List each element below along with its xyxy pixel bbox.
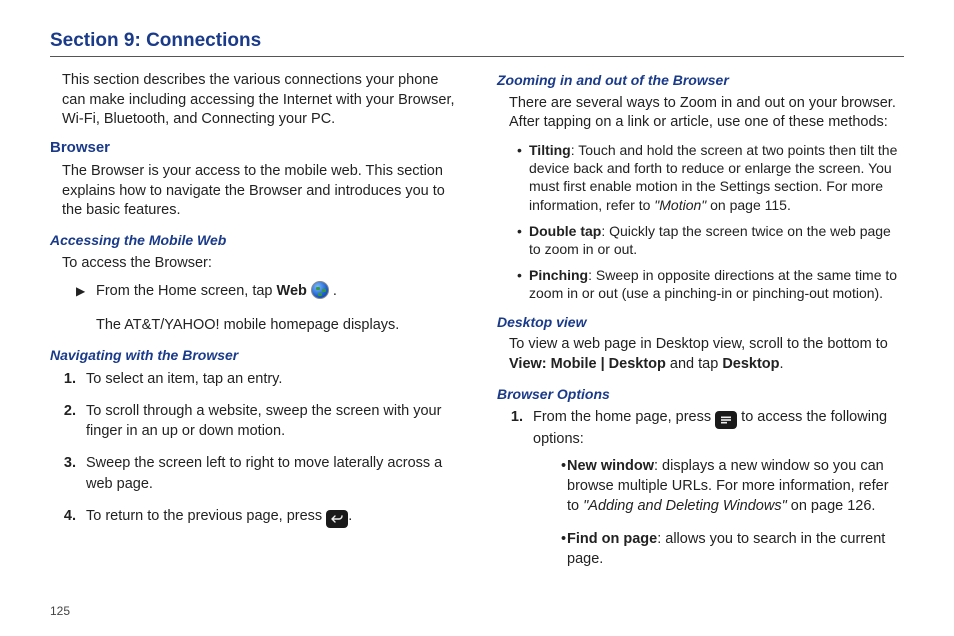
step-from-home: ▶ From the Home screen, tap Web . [76, 281, 457, 302]
newwindow-page: on page 126. [787, 498, 876, 514]
navigating-heading: Navigating with the Browser [50, 346, 457, 365]
from-home-pre: From the Home screen, tap [96, 283, 277, 299]
menu-button-icon [715, 411, 737, 429]
tilting-item: Tilting: Touch and hold the screen at tw… [517, 141, 904, 214]
tilting-page: on page 115. [706, 197, 791, 213]
desktop-bold2: Desktop [722, 356, 779, 372]
doubletap-item: Double tap: Quickly tap the screen twice… [517, 222, 904, 258]
desktop-text: To view a web page in Desktop view, scro… [509, 335, 904, 374]
nav-item-2: To scroll through a website, sweep the s… [80, 401, 457, 442]
zoom-intro: There are several ways to Zoom in and ou… [509, 94, 904, 133]
title-divider [50, 56, 904, 57]
back-button-icon [326, 510, 348, 528]
accessing-heading: Accessing the Mobile Web [50, 231, 457, 250]
desktop-heading: Desktop view [497, 313, 904, 332]
doubletap-label: Double tap [529, 223, 601, 239]
pinching-item: Pinching: Sweep in opposite directions a… [517, 266, 904, 302]
nav4-pre: To return to the previous page, press [86, 508, 326, 524]
findonpage-label: Find on page [567, 531, 657, 547]
zoom-methods-list: Tilting: Touch and hold the screen at tw… [517, 141, 904, 303]
homepage-line: The AT&T/YAHOO! mobile homepage displays… [96, 316, 457, 336]
section-title: Section 9: Connections [50, 30, 904, 52]
right-column: Zooming in and out of the Browser There … [497, 71, 904, 581]
web-globe-icon [311, 281, 329, 299]
desktop-post: . [780, 356, 784, 372]
left-column: This section describes the various conne… [50, 71, 457, 581]
nav-item-4: To return to the previous page, press . [80, 506, 457, 528]
browser-heading: Browser [50, 138, 457, 158]
opt1-pre: From the home page, press [533, 409, 715, 425]
intro-text: This section describes the various conne… [62, 71, 457, 130]
desktop-mid: and tap [666, 356, 722, 372]
pinching-label: Pinching [529, 267, 588, 283]
desktop-bold1: View: Mobile | Desktop [509, 356, 666, 372]
page-number: 125 [50, 604, 70, 618]
from-home-text: From the Home screen, tap Web . [96, 281, 457, 302]
options-list: From the home page, press to access the … [527, 407, 904, 569]
zoom-heading: Zooming in and out of the Browser [497, 71, 904, 90]
findonpage-item: Find on page: allows you to search in th… [561, 529, 904, 570]
option-1: From the home page, press to access the … [527, 407, 904, 569]
tilting-label: Tilting [529, 142, 571, 158]
desktop-pre: To view a web page in Desktop view, scro… [509, 336, 888, 352]
browser-intro: The Browser is your access to the mobile… [62, 162, 457, 221]
navigating-list: To select an item, tap an entry. To scro… [80, 369, 457, 528]
from-home-post: . [329, 283, 337, 299]
tilting-ref: "Motion" [654, 197, 706, 213]
nav-item-3: Sweep the screen left to right to move l… [80, 453, 457, 494]
newwindow-item: New window: displays a new window so you… [561, 456, 904, 517]
newwindow-ref: "Adding and Deleting Windows" [583, 498, 787, 514]
two-column-layout: This section describes the various conne… [50, 71, 904, 581]
manual-page: Section 9: Connections This section desc… [0, 0, 954, 636]
newwindow-label: New window [567, 458, 654, 474]
option-sublist: New window: displays a new window so you… [561, 456, 904, 569]
nav4-post: . [348, 508, 352, 524]
options-heading: Browser Options [497, 385, 904, 404]
accessing-line: To access the Browser: [62, 254, 457, 274]
pointer-icon: ▶ [76, 281, 96, 299]
web-label: Web [277, 283, 307, 299]
nav-item-1: To select an item, tap an entry. [80, 369, 457, 389]
